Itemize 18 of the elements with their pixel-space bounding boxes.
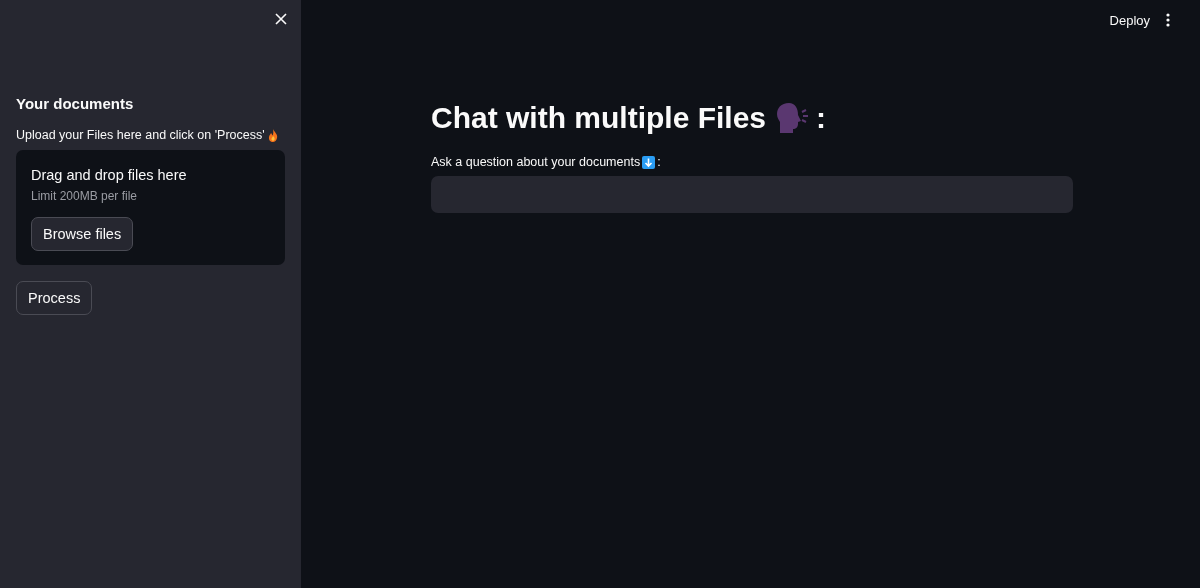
speaking-head-icon	[776, 103, 811, 133]
question-input[interactable]	[431, 176, 1073, 213]
upload-caption: Upload your Files here and click on 'Process'	[16, 128, 265, 142]
dropzone-title: Drag and drop files here	[31, 167, 187, 183]
title-colon: :	[816, 101, 827, 135]
more-options-icon[interactable]	[1166, 13, 1170, 27]
down-arrow-icon	[642, 155, 656, 169]
label-colon: :	[657, 155, 661, 169]
browse-files-button[interactable]: Browse files	[31, 217, 134, 251]
question-label: Ask a question about your documents	[431, 155, 641, 169]
file-size-limit: Limit 200MB per file	[31, 189, 138, 203]
process-button[interactable]: Process	[16, 281, 93, 315]
close-icon[interactable]	[275, 13, 287, 25]
fire-icon	[267, 128, 278, 142]
page-title: Chat with multiple Files	[431, 101, 767, 135]
file-dropzone[interactable]: Drag and drop files here Limit 200MB per file Browse files	[16, 150, 285, 265]
deploy-button[interactable]: Deploy	[1109, 12, 1150, 28]
sidebar-heading: Your documents	[16, 95, 135, 112]
